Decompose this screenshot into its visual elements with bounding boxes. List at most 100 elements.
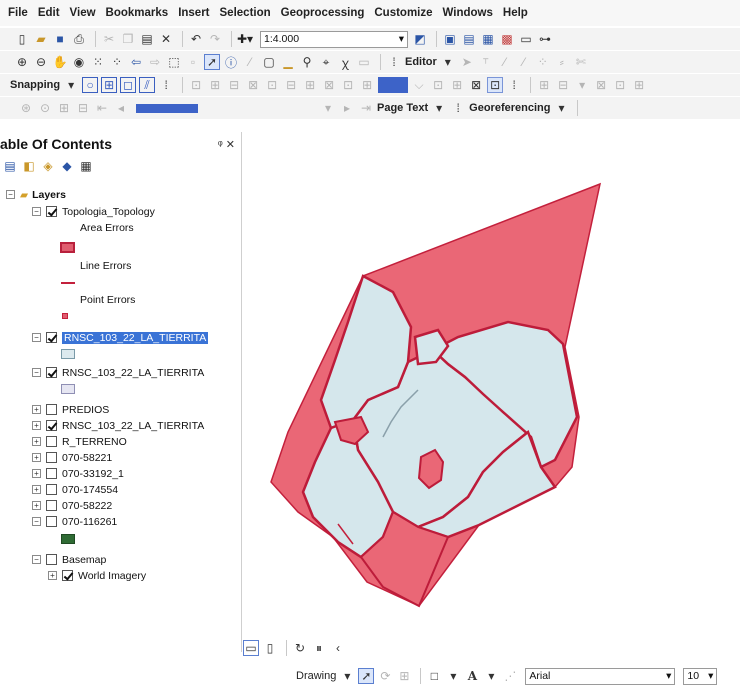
pan-icon[interactable]: ✋: [52, 54, 68, 70]
layout-next-icon[interactable]: ▾: [320, 100, 336, 116]
layer-visibility-checkbox[interactable]: [46, 484, 57, 495]
map-view[interactable]: [243, 132, 740, 635]
toolbar-options-icon[interactable]: ⁞: [386, 54, 402, 70]
menu-help[interactable]: Help: [503, 7, 528, 19]
georeferencing-menu[interactable]: Georeferencing: [469, 102, 550, 114]
layer-color-icon[interactable]: [378, 77, 409, 93]
layer-visibility-checkbox[interactable]: [46, 554, 57, 565]
toolbar-options-icon[interactable]: ⁞: [450, 100, 466, 116]
cut-polygon-icon[interactable]: ✄: [573, 54, 589, 70]
layer-rnsc-1[interactable]: − RNSC_103_22_LA_TIERRITA: [32, 330, 209, 345]
topology-edit-icon[interactable]: ⊡: [188, 77, 204, 93]
straight-segment-icon[interactable]: ⁄: [497, 54, 513, 70]
layer-visibility-checkbox[interactable]: [46, 452, 57, 463]
layout-first-icon[interactable]: ⇤: [94, 100, 110, 116]
topology-reshape-icon[interactable]: ⊡: [264, 77, 280, 93]
layer-visibility-checkbox[interactable]: [46, 367, 57, 378]
pause-drawing-icon[interactable]: ⏸: [311, 640, 327, 656]
raster-icon[interactable]: ⊟: [555, 77, 571, 93]
raster-tools-icon[interactable]: ⊞: [631, 77, 647, 93]
layer-070-174554[interactable]: + 070-174554: [32, 482, 118, 497]
list-by-drawing-order-icon[interactable]: ▤: [2, 158, 18, 174]
list-by-selection-icon[interactable]: ◆: [59, 158, 75, 174]
layout-tool-icon[interactable]: ⊟: [75, 100, 91, 116]
dropdown-icon[interactable]: ⌵: [411, 77, 427, 93]
topology-shared-icon[interactable]: ⊟: [283, 77, 299, 93]
menu-edit[interactable]: Edit: [38, 7, 60, 19]
zoom-whole-page-icon[interactable]: ⊞: [396, 668, 412, 684]
identify-icon[interactable]: ⓘ: [223, 54, 239, 70]
layer-topology[interactable]: − Topologia_Topology: [32, 204, 155, 219]
go-to-xy-icon[interactable]: ꭓ: [337, 54, 353, 70]
layer-visibility-checkbox[interactable]: [46, 332, 57, 343]
rectangle-icon[interactable]: □: [426, 668, 442, 684]
menu-windows[interactable]: Windows: [443, 7, 493, 19]
menu-customize[interactable]: Customize: [374, 7, 432, 19]
select-elements-icon[interactable]: ➚: [204, 54, 220, 70]
editor-toolbar-icon[interactable]: ◩: [412, 31, 428, 47]
topology-align-icon[interactable]: ⊠: [245, 77, 261, 93]
menu-view[interactable]: View: [70, 7, 96, 19]
menu-selection[interactable]: Selection: [220, 7, 271, 19]
refresh-icon[interactable]: ↻: [292, 640, 308, 656]
fixed-zoom-out-icon[interactable]: ⁘: [109, 54, 125, 70]
select-elements-icon[interactable]: ➚: [358, 668, 375, 684]
layout-tool-icon[interactable]: ⊛: [18, 100, 34, 116]
layout-tool-icon[interactable]: ⊞: [56, 100, 72, 116]
expand-icon[interactable]: +: [48, 571, 57, 580]
raster-tools-icon[interactable]: ⊡: [612, 77, 628, 93]
options-icon[interactable]: ▦: [78, 158, 94, 174]
zoom-in-icon[interactable]: ⊕: [14, 54, 30, 70]
modelbuilder-icon[interactable]: ⊶: [537, 31, 553, 47]
edit-annotation-icon[interactable]: ⸆: [478, 54, 494, 70]
point-snapping-icon[interactable]: ○: [82, 77, 99, 93]
layout-view-icon[interactable]: ▯: [262, 640, 278, 656]
new-document-icon[interactable]: ▯: [14, 31, 30, 47]
delete-icon[interactable]: ✕: [158, 31, 174, 47]
layout-prev-icon[interactable]: ◂: [113, 100, 129, 116]
georef-rotate-icon[interactable]: ⊞: [449, 77, 465, 93]
layer-visibility-checkbox[interactable]: [46, 500, 57, 511]
grid-icon[interactable]: ⊞: [536, 77, 552, 93]
layer-visibility-checkbox[interactable]: [46, 206, 57, 217]
layer-visibility-checkbox[interactable]: [46, 516, 57, 527]
menu-insert[interactable]: Insert: [178, 7, 209, 19]
scroll-left-icon[interactable]: ‹: [330, 640, 346, 656]
menu-file[interactable]: File: [8, 7, 28, 19]
topology-map-icon[interactable]: ⊞: [207, 77, 223, 93]
page-text-menu[interactable]: Page Text: [377, 102, 428, 114]
edge-snapping-icon[interactable]: ⫽: [139, 77, 156, 93]
arctoolbox-icon[interactable]: ▩: [499, 31, 515, 47]
html-popup-icon[interactable]: ▢: [261, 54, 277, 70]
layout-play-icon[interactable]: ▸: [339, 100, 355, 116]
font-name-combo[interactable]: Arial ▾: [525, 667, 676, 685]
print-icon[interactable]: ⎙: [71, 31, 87, 47]
layer-visibility-checkbox[interactable]: [62, 570, 73, 581]
search-window-icon[interactable]: ▦: [480, 31, 496, 47]
topology-inspector-icon[interactable]: ⊡: [340, 77, 356, 93]
vertex-snapping-icon[interactable]: ◻: [120, 77, 137, 93]
layout-tool-icon[interactable]: ⊙: [37, 100, 53, 116]
find-route-icon[interactable]: ⁄: [242, 54, 258, 70]
layout-last-icon[interactable]: ⇥: [358, 100, 374, 116]
open-folder-icon[interactable]: ▰: [33, 31, 49, 47]
font-size-combo[interactable]: 10 ▾: [683, 667, 718, 685]
georef-layer-icon[interactable]: ⊡: [430, 77, 446, 93]
table-of-contents-icon[interactable]: ▣: [442, 31, 458, 47]
layer-rnsc-3[interactable]: + RNSC_103_22_LA_TIERRITA: [32, 418, 204, 433]
raster-tools-icon[interactable]: ⊠: [593, 77, 609, 93]
collapse-icon[interactable]: −: [6, 190, 15, 199]
toolbar-options-icon[interactable]: ⁞: [158, 77, 174, 93]
edit-vertices-icon[interactable]: ⋰: [502, 668, 518, 684]
expand-icon[interactable]: +: [32, 469, 41, 478]
zoom-out-icon[interactable]: ⊖: [33, 54, 49, 70]
georef-viewer-icon[interactable]: ⊡: [487, 77, 504, 93]
layer-visibility-checkbox[interactable]: [46, 436, 57, 447]
map-scale-combo[interactable]: 1:4.000 ▾: [260, 30, 408, 48]
add-data-icon[interactable]: ✚▾: [237, 31, 253, 47]
layers-root[interactable]: − ▰ Layers: [6, 187, 66, 202]
collapse-icon[interactable]: −: [32, 333, 41, 342]
topology-modify-icon[interactable]: ⊟: [226, 77, 242, 93]
collapse-icon[interactable]: −: [32, 517, 41, 526]
trace-icon[interactable]: ⁄: [516, 54, 532, 70]
